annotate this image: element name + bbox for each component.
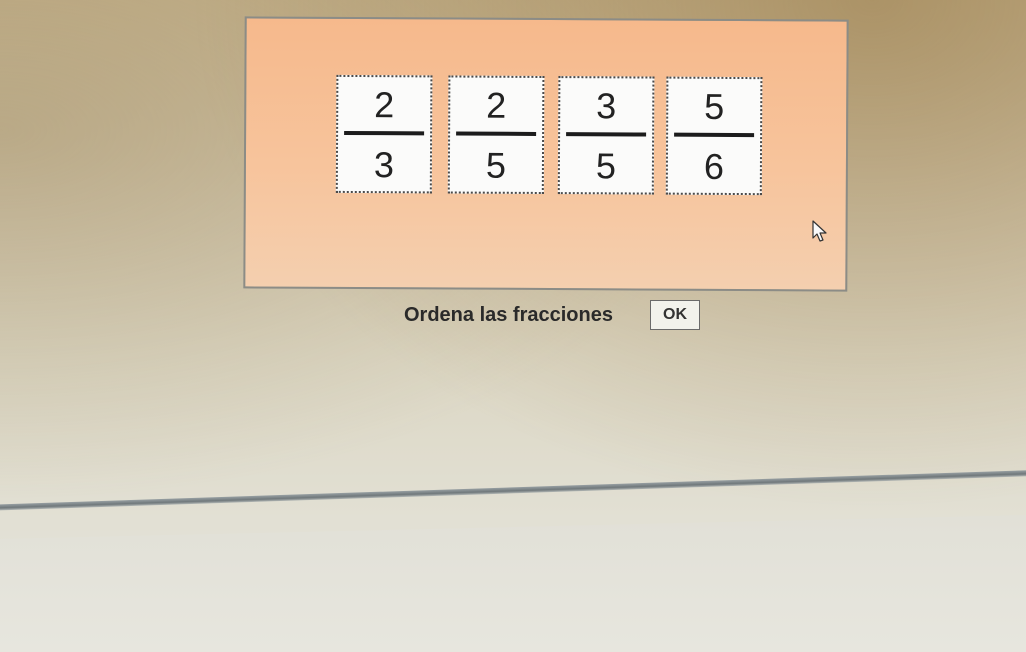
monitor-edge [0, 469, 1026, 511]
denominator: 5 [485, 144, 507, 186]
numerator: 5 [704, 85, 725, 127]
denominator: 3 [373, 144, 395, 186]
ok-button[interactable]: OK [650, 300, 700, 330]
exercise-panel: 2 3 2 5 3 5 5 6 [243, 16, 849, 292]
fraction-bar [344, 130, 425, 136]
fraction-card-1[interactable]: 2 3 [335, 74, 433, 194]
fraction-card-4[interactable]: 5 6 [665, 76, 763, 196]
mouse-pointer-icon [812, 220, 827, 242]
instruction-label: Ordena las fracciones [404, 304, 613, 326]
fraction-bar [566, 132, 647, 137]
numerator: 3 [596, 85, 617, 127]
fraction-card-2[interactable]: 2 5 [447, 75, 545, 194]
fraction-bar [456, 131, 537, 136]
screen-bezel [0, 515, 1026, 652]
denominator: 6 [703, 145, 725, 187]
fraction-card-3[interactable]: 3 5 [557, 76, 655, 195]
numerator: 2 [374, 84, 395, 126]
numerator: 2 [486, 84, 507, 126]
fraction-bar [674, 132, 755, 138]
denominator: 5 [595, 145, 617, 187]
